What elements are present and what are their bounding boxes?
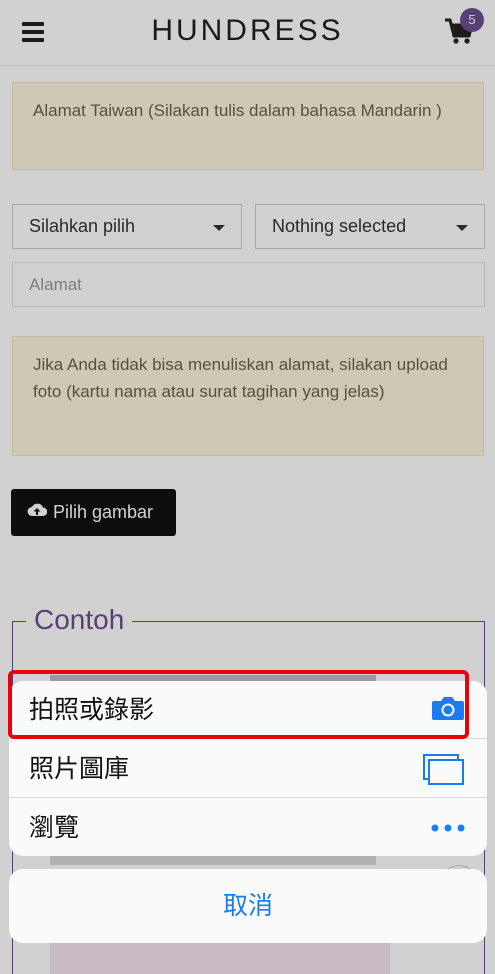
photo-library-icon — [423, 754, 464, 785]
cancel-button[interactable]: 取消 — [9, 869, 487, 943]
browse-option[interactable]: 瀏覽 — [9, 799, 487, 856]
selection-highlight — [8, 670, 469, 739]
photo-library-label: 照片圖庫 — [29, 755, 130, 783]
more-icon — [431, 824, 465, 832]
browse-label: 瀏覽 — [29, 814, 80, 842]
photo-library-option[interactable]: 照片圖庫 — [9, 740, 487, 798]
